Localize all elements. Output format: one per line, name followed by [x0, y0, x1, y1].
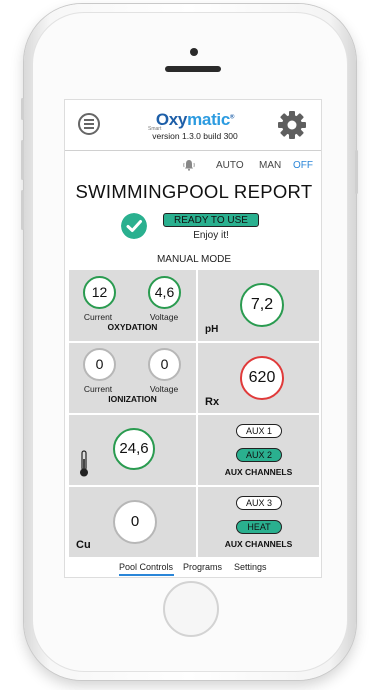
app-header: Oxymatic® Smart version 1.3.0 build 300 [65, 100, 321, 151]
earpiece-speaker [165, 66, 221, 72]
ionization-current-label: Current [83, 384, 113, 394]
aux2-toggle[interactable]: AUX 2 [236, 448, 282, 462]
ph-gauge: 7,2 [240, 283, 284, 327]
mode-manual[interactable]: MAN [259, 160, 281, 171]
app-version: version 1.3.0 build 300 [152, 131, 238, 141]
power-button [355, 150, 358, 194]
temperature-gauge: 24,6 [113, 428, 155, 470]
aux-channels-panel-1: AUX 1 AUX 2 AUX CHANNELS [198, 415, 319, 485]
tab-programs[interactable]: Programs [183, 562, 222, 572]
status-message: Enjoy it! [193, 230, 229, 241]
mode-label: MANUAL MODE [156, 254, 232, 265]
front-camera [190, 48, 198, 56]
thermometer-icon [80, 450, 88, 477]
aux-channels-title-1: AUX CHANNELS [224, 467, 293, 477]
mode-off[interactable]: OFF [293, 160, 313, 171]
cu-panel[interactable]: 0 Cu [69, 487, 196, 557]
oxydation-voltage-gauge: 4,6 [148, 276, 181, 309]
oxydation-voltage-label: Voltage [149, 312, 179, 322]
tab-pool-controls[interactable]: Pool Controls [119, 562, 173, 572]
ionization-voltage-label: Voltage [149, 384, 179, 394]
app-screen: Oxymatic® Smart version 1.3.0 build 300 [64, 99, 322, 578]
oxymatic-logo: Oxymatic® Smart version 1.3.0 build 300 [135, 110, 255, 141]
volume-up-button [21, 140, 24, 180]
aux-channels-title-2: AUX CHANNELS [224, 539, 293, 549]
pool-metrics-grid: 12 4,6 Current Voltage OXYDATION 7,2 pH … [69, 270, 319, 560]
mode-selector: AUTO MAN OFF [65, 157, 321, 173]
rx-label: Rx [205, 396, 220, 408]
cu-label: Cu [76, 539, 91, 551]
ph-label: pH [205, 324, 219, 335]
ionization-panel[interactable]: 0 0 Current Voltage IONIZATION [69, 343, 196, 413]
ionization-voltage-gauge: 0 [148, 348, 181, 381]
gear-icon[interactable] [277, 110, 307, 140]
oxydation-current-gauge: 12 [83, 276, 116, 309]
check-icon [121, 213, 147, 239]
active-tab-indicator [119, 574, 174, 576]
bell-icon[interactable] [183, 159, 195, 171]
cu-gauge: 0 [113, 500, 157, 544]
aux-channels-panel-2: AUX 3 HEAT AUX CHANNELS [198, 487, 319, 557]
ionization-current-gauge: 0 [83, 348, 116, 381]
home-button[interactable] [163, 581, 219, 637]
status-badge: READY TO USE [163, 213, 259, 227]
menu-icon[interactable] [78, 113, 100, 135]
rx-panel[interactable]: 620 Rx [198, 343, 319, 413]
page-title: SWIMMINGPOOL REPORT [75, 181, 313, 202]
mode-auto[interactable]: AUTO [216, 160, 244, 171]
oxydation-current-label: Current [83, 312, 113, 322]
oxydation-title: OXYDATION [107, 322, 158, 332]
tab-settings[interactable]: Settings [234, 562, 267, 572]
mute-switch [21, 98, 24, 120]
logo-tagline: Smart [148, 126, 162, 132]
ionization-title: IONIZATION [108, 394, 157, 404]
oxydation-panel[interactable]: 12 4,6 Current Voltage OXYDATION [69, 270, 196, 341]
heat-toggle[interactable]: HEAT [236, 520, 282, 534]
rx-gauge: 620 [240, 356, 284, 400]
volume-down-button [21, 190, 24, 230]
bottom-tab-bar: Pool Controls Programs Settings [65, 558, 321, 577]
ph-panel[interactable]: 7,2 pH [198, 270, 319, 341]
aux3-toggle[interactable]: AUX 3 [236, 496, 282, 510]
aux1-toggle[interactable]: AUX 1 [236, 424, 282, 438]
temperature-panel[interactable]: 24,6 [69, 415, 196, 485]
